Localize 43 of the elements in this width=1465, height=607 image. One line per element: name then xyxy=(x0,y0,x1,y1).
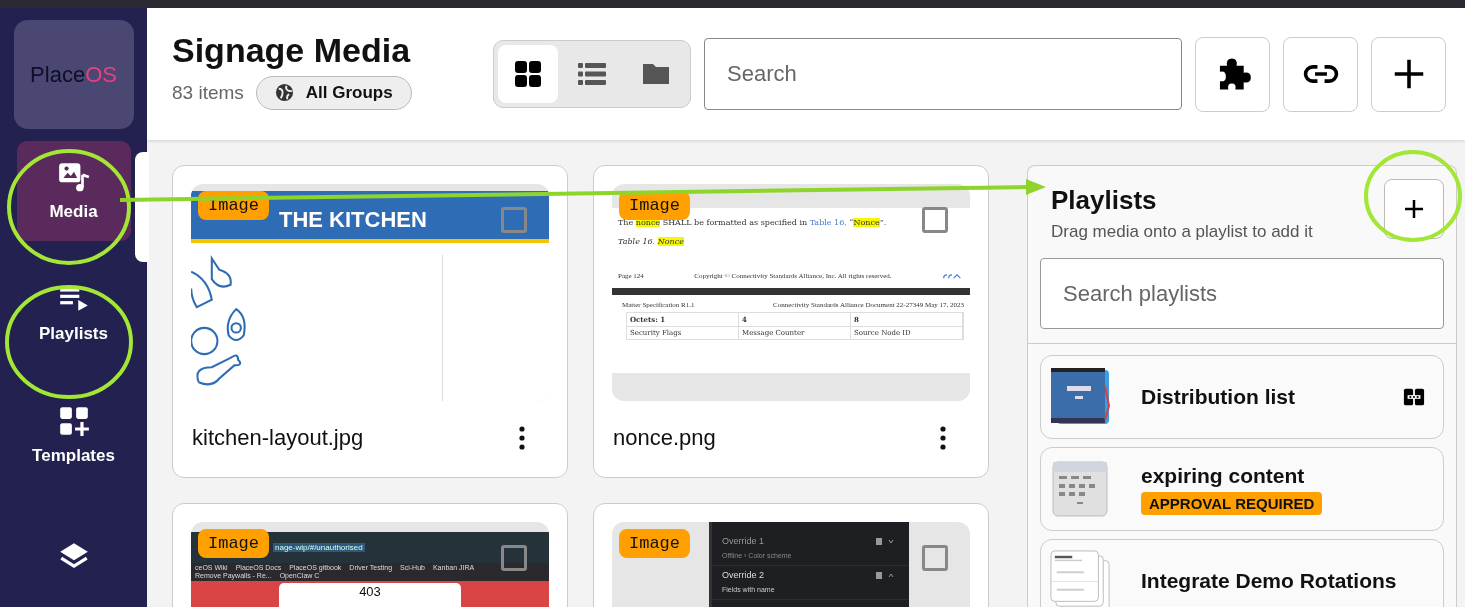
file-name: kitchen-layout.jpg xyxy=(192,425,364,451)
playlist-item[interactable]: Distribution list xyxy=(1040,355,1444,439)
playlist-name: Integrate Demo Rotations xyxy=(1141,569,1397,593)
checkbox[interactable] xyxy=(501,207,527,233)
panel-title: Playlists xyxy=(1051,185,1158,216)
playlist-thumbnail-drawing xyxy=(1049,550,1111,607)
view-button[interactable] xyxy=(498,45,558,103)
checkbox[interactable] xyxy=(501,545,527,571)
error-card: 403 xyxy=(279,583,461,607)
more-icon[interactable] xyxy=(940,426,946,450)
add-button[interactable] xyxy=(1371,36,1446,112)
playlist-thumbnail-drawing xyxy=(1049,458,1111,520)
plus-icon xyxy=(1402,197,1426,221)
type-badge: Image xyxy=(619,529,690,558)
nav-item[interactable]: Playlists xyxy=(16,263,131,364)
url-text: nage-wip/#/unauthorised xyxy=(273,543,365,552)
checkbox[interactable] xyxy=(922,207,948,233)
nav-item[interactable]: Templates xyxy=(16,385,131,486)
link-button[interactable] xyxy=(1283,36,1358,112)
globe-icon xyxy=(274,83,294,102)
playlist-item[interactable]: Integrate Demo Rotations xyxy=(1040,539,1444,607)
media-card[interactable] xyxy=(593,165,989,478)
media-card[interactable]: THE KITCHEN Image kitchen-layout.jpg xyxy=(172,165,568,478)
checkbox[interactable] xyxy=(922,545,948,571)
override-title: Override 2 xyxy=(722,570,765,580)
page-title: Signage Media xyxy=(172,30,412,70)
type-badge: Image xyxy=(198,529,269,558)
group-filter-button[interactable]: All Groups xyxy=(255,75,412,110)
playlist-item[interactable]: expiring content APPROVAL REQUIRED xyxy=(1040,447,1444,531)
search-field[interactable]: Search xyxy=(704,38,1182,110)
playlist-name: expiring content xyxy=(1141,463,1305,488)
logo-icon xyxy=(942,272,962,280)
playlist-search-field[interactable]: Search playlists xyxy=(1040,258,1444,329)
extension-button[interactable] xyxy=(1195,36,1270,112)
status-tag: APPROVAL REQUIRED xyxy=(1141,491,1323,515)
override-title: Override 1 xyxy=(722,536,765,546)
nav-item[interactable]: Media xyxy=(16,141,131,242)
item-count: 83 items xyxy=(172,81,244,104)
playlist-name: Distribution list xyxy=(1141,385,1295,409)
more-icon[interactable] xyxy=(519,426,525,450)
grid-icon xyxy=(513,59,543,89)
panel-subtitle: Drag media onto a playlist to add it xyxy=(1051,222,1313,242)
file-name: nonce.png xyxy=(613,425,716,451)
